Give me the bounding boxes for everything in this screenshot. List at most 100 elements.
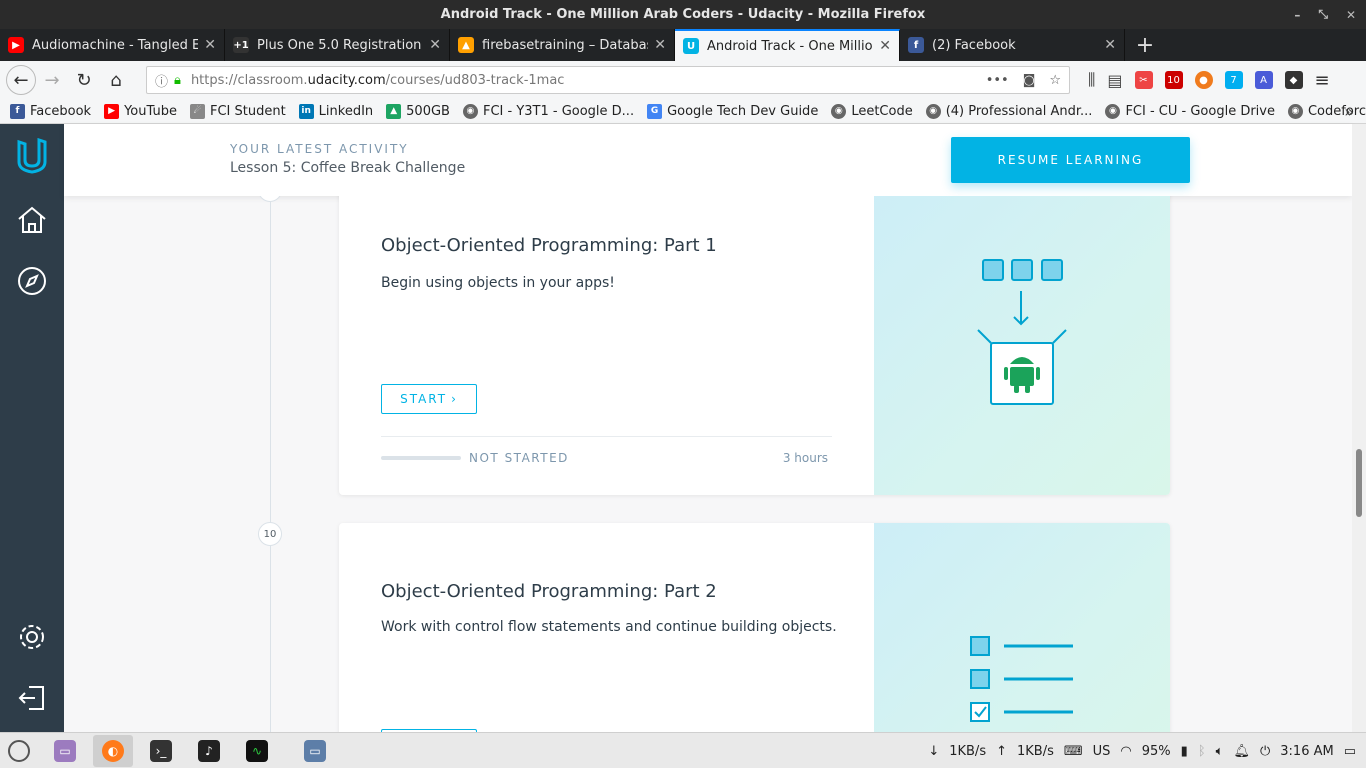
close-window-button[interactable]: ✕	[1346, 8, 1356, 22]
terminal-icon[interactable]: ›_	[150, 740, 172, 762]
udacity-logo-icon[interactable]	[14, 138, 50, 174]
screenshot-extension-icon[interactable]: ✂	[1134, 71, 1153, 89]
pocket-icon[interactable]: ◙	[1023, 73, 1036, 88]
start-menu-icon[interactable]	[8, 740, 30, 762]
bookmark-leetcode[interactable]: ◉ LeetCode	[831, 103, 913, 119]
lesson-title[interactable]: Object-Oriented Programming: Part 2	[381, 581, 717, 602]
firefox-icon[interactable]: ◐	[102, 740, 124, 762]
bookmark-500gb[interactable]: ▲ 500GB	[386, 103, 450, 119]
youtube-icon: ▶	[104, 103, 120, 119]
volume-icon[interactable]: 🔈︎	[1216, 744, 1224, 759]
lesson-progress-bar	[381, 456, 461, 460]
lock-icon[interactable]: 🔒︎	[174, 73, 181, 88]
page-actions-icon[interactable]: •••	[986, 73, 1009, 88]
info-icon[interactable]: ⓘ	[155, 71, 168, 90]
library-icon[interactable]: ⫼	[1088, 70, 1095, 90]
bookmark-fci-student[interactable]: ☄ FCI Student	[189, 103, 286, 119]
url-bar[interactable]: ⓘ 🔒︎ https://classroom. udacity.com/cours…	[146, 66, 1070, 94]
bookmark-fci-y3t1[interactable]: ◉ FCI - Y3T1 - Google D...	[462, 103, 634, 119]
bookmark-linkedin[interactable]: in LinkedIn	[298, 103, 373, 119]
battery-percent[interactable]: 95%	[1142, 744, 1171, 759]
bookmark-professional-android[interactable]: ◉ (4) Professional Andr...	[925, 103, 1092, 119]
back-button[interactable]: ←	[6, 65, 36, 95]
tab-strip: ▶ Audiomachine - Tangled Earth ✕ +1 Plus…	[0, 29, 1366, 61]
bookmark-label: FCI Student	[209, 103, 286, 119]
bookmark-youtube[interactable]: ▶ YouTube	[104, 103, 177, 119]
logout-icon[interactable]	[14, 680, 50, 716]
compass-icon[interactable]	[14, 263, 50, 299]
tab-facebook[interactable]: f (2) Facebook ✕	[900, 29, 1125, 61]
keyboard-icon[interactable]: ⌨	[1064, 744, 1083, 759]
system-monitor-icon[interactable]: ∿	[246, 740, 268, 762]
new-tab-button[interactable]: +	[1125, 29, 1165, 61]
extension-icon[interactable]: ◆	[1284, 71, 1303, 89]
tab-audiomachine[interactable]: ▶ Audiomachine - Tangled Earth ✕	[0, 29, 225, 61]
bookmarks-overflow-icon[interactable]: »	[1344, 102, 1354, 121]
latest-lesson-link[interactable]: Lesson 5: Coffee Break Challenge	[230, 160, 465, 176]
system-taskbar: ▭ ◐ ›_ ♪ ∿ ▭ ↓ 1KB/s ↑ 1KB/s ⌨ US ◠ 95% …	[0, 732, 1366, 768]
sidebar-toggle-icon[interactable]: ▤	[1107, 71, 1122, 90]
page-scrollbar[interactable]	[1352, 124, 1366, 732]
forward-button[interactable]: →	[36, 64, 68, 96]
file-manager-icon[interactable]: ▭	[54, 740, 76, 762]
google-icon: G	[647, 103, 663, 119]
tab-title: (2) Facebook	[932, 37, 1016, 53]
keyboard-layout[interactable]: US	[1093, 744, 1111, 759]
lesson-illustration	[874, 196, 1170, 495]
lesson-title[interactable]: Object-Oriented Programming: Part 1	[381, 235, 717, 256]
restore-button[interactable]: ⤡	[1318, 7, 1328, 22]
tab-close-icon[interactable]: ✕	[654, 37, 666, 53]
bookmark-label: YouTube	[124, 103, 177, 119]
menu-icon[interactable]: ≡	[1315, 70, 1330, 91]
tab-close-icon[interactable]: ✕	[429, 37, 441, 53]
adblock-plus-icon[interactable]: 10	[1164, 71, 1183, 89]
scrollbar-thumb[interactable]	[1356, 449, 1362, 517]
tab-plus-one[interactable]: +1 Plus One 5.0 Registration ✕	[225, 29, 450, 61]
net-up: 1KB/s	[1017, 743, 1054, 759]
url-path: /courses/ud803-track-1mac	[385, 72, 565, 88]
bookmark-star-icon[interactable]: ☆	[1049, 73, 1061, 88]
lesson-description: Begin using objects in your apps!	[381, 275, 615, 291]
window-icon[interactable]: ▭	[304, 740, 326, 762]
show-desktop-icon[interactable]: ▭	[1344, 744, 1356, 759]
lesson-card: Object-Oriented Programming: Part 2 Work…	[339, 523, 1170, 732]
facebook-icon: f	[908, 37, 924, 53]
tab-close-icon[interactable]: ✕	[1104, 37, 1116, 53]
tab-close-icon[interactable]: ✕	[204, 37, 216, 53]
start-lesson-button[interactable]: START ›	[381, 384, 477, 414]
bluetooth-icon[interactable]: ᛒ	[1198, 744, 1206, 759]
window-title: Android Track - One Million Arab Coders …	[440, 7, 926, 22]
bookmark-codeforces[interactable]: ◉Codeforces	[1287, 103, 1366, 119]
bookmark-facebook[interactable]: f Facebook	[10, 103, 91, 119]
android-objects-illustration	[977, 259, 1067, 405]
music-player-icon[interactable]: ♪	[198, 740, 220, 762]
tab-udacity[interactable]: U Android Track - One Million Arab Coder…	[675, 29, 900, 61]
minimize-button[interactable]: –	[1294, 8, 1300, 22]
start-label: START	[400, 392, 448, 406]
reload-button[interactable]: ↻	[68, 64, 100, 96]
globe-icon: ◉	[831, 103, 847, 119]
tab-title: Plus One 5.0 Registration	[257, 37, 422, 53]
basketball-extension-icon[interactable]: ●	[1194, 71, 1213, 89]
tab-title: firebasetraining – Database	[482, 37, 649, 53]
translate-icon[interactable]: A	[1254, 71, 1273, 89]
bookmark-fci-cu-drive[interactable]: ◉ FCI - CU - Google Drive	[1105, 103, 1275, 119]
clock[interactable]: 3:16 AM	[1280, 744, 1333, 759]
resume-learning-button[interactable]: RESUME LEARNING	[951, 137, 1190, 183]
ghostery-icon[interactable]: 7	[1224, 71, 1243, 89]
notification-bell-icon[interactable]: 🔔︎	[1233, 744, 1250, 759]
tab-close-icon[interactable]: ✕	[879, 38, 891, 54]
download-arrow-icon: ↓	[928, 743, 940, 759]
latest-activity-header: YOUR LATEST ACTIVITY Lesson 5: Coffee Br…	[64, 124, 1352, 196]
home-button[interactable]: ⌂	[100, 64, 132, 96]
battery-icon[interactable]: ▮	[1181, 744, 1188, 759]
bookmark-google-tech-dev-guide[interactable]: G Google Tech Dev Guide	[647, 103, 818, 119]
settings-gear-icon[interactable]	[14, 619, 50, 655]
power-icon[interactable]: ⏻	[1260, 744, 1270, 759]
bookmarks-toolbar: f Facebook ▶ YouTube ☄ FCI Student in Linked…	[0, 99, 1366, 124]
bookmark-label: FCI - CU - Google Drive	[1125, 103, 1275, 119]
tab-firebase[interactable]: ▲ firebasetraining – Database ✕	[450, 29, 675, 61]
udacity-sidebar	[0, 124, 64, 732]
wifi-icon[interactable]: ◠	[1120, 744, 1131, 759]
home-icon[interactable]	[14, 202, 50, 238]
